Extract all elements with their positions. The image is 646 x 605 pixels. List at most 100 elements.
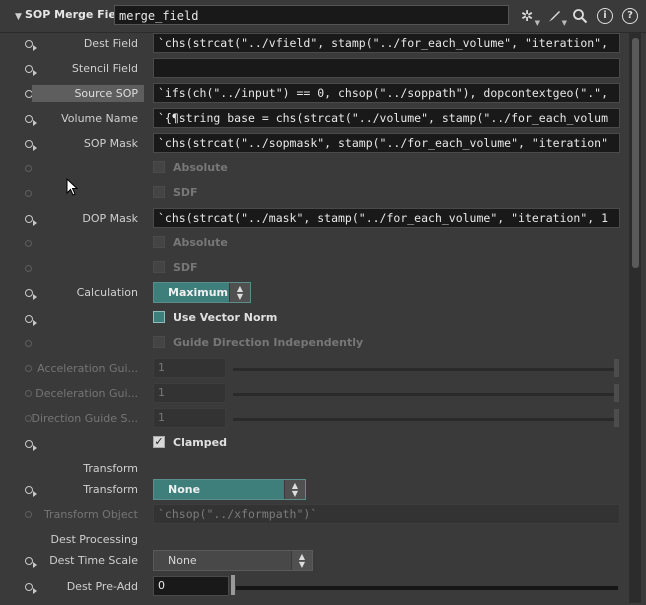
dest-pre-add-slider[interactable] xyxy=(236,586,618,590)
search-icon[interactable] xyxy=(570,6,590,26)
channel-dot-icon xyxy=(25,190,32,197)
scrollbar-thumb[interactable] xyxy=(632,38,639,268)
help-icon[interactable]: ? xyxy=(620,6,640,26)
direction-guide-slider[interactable] xyxy=(233,418,615,421)
expand-triangle-icon xyxy=(33,562,37,568)
channel-dot-icon[interactable] xyxy=(25,557,33,565)
brush-icon[interactable]: ▼ xyxy=(544,6,567,27)
clamped-checkbox[interactable]: ✓ xyxy=(153,436,165,448)
expand-triangle-icon xyxy=(33,120,37,126)
sdf-checkbox[interactable] xyxy=(153,261,165,273)
param-label: Volume Name xyxy=(61,112,138,125)
channel-dot-icon xyxy=(25,340,32,347)
channel-dot-icon[interactable] xyxy=(25,440,33,448)
expand-triangle-icon xyxy=(33,45,37,51)
volume-name-input[interactable]: `{¶string base = chs(strcat("../volume",… xyxy=(153,108,620,128)
transform-heading: Transform xyxy=(0,458,628,480)
channel-dot-icon[interactable] xyxy=(25,486,33,494)
checkbox-label: Absolute xyxy=(173,161,228,174)
param-volume-name: Volume Name `{¶string base = chs(strcat(… xyxy=(0,108,628,130)
channel-dot-icon[interactable] xyxy=(25,65,33,73)
mouse-cursor-icon xyxy=(66,177,79,199)
section-heading: Dest Processing xyxy=(50,533,138,546)
channel-dot-icon[interactable] xyxy=(25,140,33,148)
calculation-menu[interactable]: Maximum ▲ ▼ xyxy=(153,282,251,303)
menu-arrows-icon: ▲ ▼ xyxy=(284,480,305,499)
transform-object-input[interactable]: `chsop("../xformpath")` xyxy=(153,504,620,524)
menu-value: Maximum xyxy=(168,286,228,299)
channel-dot-icon xyxy=(25,390,32,397)
channel-dot-icon[interactable] xyxy=(25,315,33,323)
channel-dot-icon xyxy=(25,265,32,272)
use-vector-norm-checkbox[interactable] xyxy=(153,311,165,323)
param-label: SOP Mask xyxy=(83,137,138,150)
section-heading: Transform xyxy=(83,462,138,475)
param-dest-pre-add: Dest Pre-Add 0 xyxy=(0,575,628,598)
checkbox-label: Use Vector Norm xyxy=(173,311,278,324)
param-label: Acceleration Gui... xyxy=(37,362,138,375)
param-deceleration-guide: Deceleration Gui... 1 xyxy=(0,383,628,405)
info-icon[interactable]: i xyxy=(595,6,615,26)
param-label: DOP Mask xyxy=(82,212,138,225)
deceleration-guide-slider[interactable] xyxy=(233,393,615,396)
channel-dot-icon xyxy=(25,365,32,372)
slider-end xyxy=(614,384,619,402)
node-name-field[interactable]: merge_field xyxy=(114,5,509,25)
menu-value: None xyxy=(168,483,201,496)
param-calculation: Calculation Maximum ▲ ▼ xyxy=(0,282,628,304)
sop-mask-input[interactable]: `chs(strcat("../sopmask", stamp("../for_… xyxy=(153,133,620,153)
param-label: Calculation xyxy=(76,286,138,299)
param-sop-mask: SOP Mask `chs(strcat("../sopmask", stamp… xyxy=(0,133,628,155)
param-dest-time-scale: Dest Time Scale None ▲ ▼ xyxy=(0,550,628,572)
param-source-sop: Source SOP `ifs(ch("../input") == 0, chs… xyxy=(0,83,628,105)
channel-dot-icon[interactable] xyxy=(25,215,33,223)
menu-value: None xyxy=(168,554,197,567)
param-acceleration-guide: Acceleration Gui... 1 xyxy=(0,358,628,380)
param-label: Transform xyxy=(83,483,138,496)
expand-triangle-icon xyxy=(33,70,37,76)
parameter-panel: Dest Field `chs(strcat("../vfield", stam… xyxy=(0,32,628,605)
checkbox-label: Absolute xyxy=(173,236,228,249)
param-label: Dest Field xyxy=(83,37,138,50)
param-dest-field: Dest Field `chs(strcat("../vfield", stam… xyxy=(0,33,628,55)
dest-processing-heading: Dest Processing xyxy=(0,529,628,551)
acceleration-guide-slider[interactable] xyxy=(233,368,615,371)
dest-field-input[interactable]: `chs(strcat("../vfield", stamp("../for_e… xyxy=(153,33,620,53)
deceleration-guide-input[interactable]: 1 xyxy=(153,383,226,403)
expand-triangle-icon xyxy=(33,445,37,451)
menu-arrows-icon: ▲ ▼ xyxy=(291,551,312,570)
channel-dot-icon[interactable] xyxy=(25,40,33,48)
param-stencil-field: Stencil Field xyxy=(0,58,628,80)
param-transform: Transform None ▲ ▼ xyxy=(0,479,628,501)
param-label: Dest Pre-Add xyxy=(66,580,138,593)
channel-dot-icon[interactable] xyxy=(25,583,33,591)
param-label: Deceleration Gui... xyxy=(35,387,138,400)
expand-triangle-icon xyxy=(33,491,37,497)
channel-dot-icon[interactable] xyxy=(25,289,33,297)
collapse-arrow-icon[interactable]: ▼ xyxy=(15,12,22,22)
dop-mask-input[interactable]: `chs(strcat("../mask", stamp("../for_eac… xyxy=(153,208,620,228)
gear-icon[interactable]: ✲ ▼ xyxy=(517,6,540,27)
dest-pre-add-input[interactable]: 0 xyxy=(153,576,229,596)
checkbox-label: Clamped xyxy=(173,436,227,449)
source-sop-input[interactable]: `ifs(ch("../input") == 0, chsop("../sopp… xyxy=(153,83,620,103)
absolute-checkbox[interactable] xyxy=(153,236,165,248)
param-transform-object: Transform Object `chsop("../xformpath")` xyxy=(0,504,628,526)
expand-triangle-icon xyxy=(33,294,37,300)
param-clamped: ✓ Clamped xyxy=(0,433,628,455)
direction-guide-input[interactable]: 1 xyxy=(153,408,226,428)
stencil-field-input[interactable] xyxy=(153,58,620,78)
expand-triangle-icon xyxy=(33,220,37,226)
param-sop-absolute: Absolute xyxy=(0,158,628,180)
transform-menu[interactable]: None ▲ ▼ xyxy=(153,479,306,500)
channel-dot-icon[interactable] xyxy=(25,115,33,123)
dest-time-scale-menu[interactable]: None ▲ ▼ xyxy=(153,550,313,571)
param-dop-sdf: SDF xyxy=(0,258,628,280)
guide-direction-checkbox[interactable] xyxy=(153,336,165,348)
acceleration-guide-input[interactable]: 1 xyxy=(153,358,226,378)
sdf-checkbox[interactable] xyxy=(153,186,165,198)
absolute-checkbox[interactable] xyxy=(153,161,165,173)
expand-triangle-icon xyxy=(33,145,37,151)
slider-handle[interactable] xyxy=(231,575,235,595)
param-label: Dest Time Scale xyxy=(49,554,138,567)
